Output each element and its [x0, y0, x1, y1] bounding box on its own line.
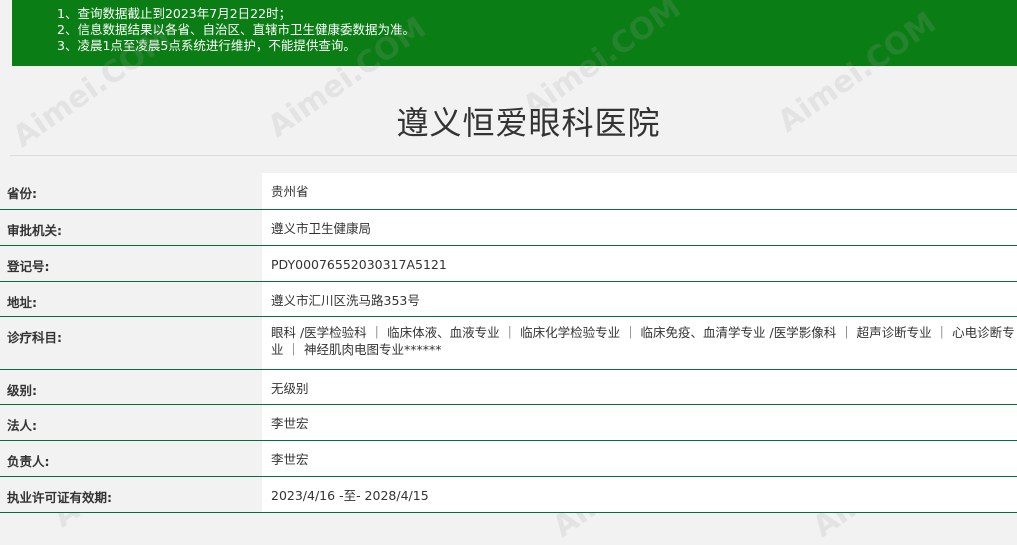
- row-label: 诊疗科目:: [0, 316, 262, 370]
- row-value: PDY00076552030317A5121: [262, 245, 1017, 282]
- row-value: 李世宏: [262, 404, 1017, 441]
- row-label: 级别:: [0, 369, 262, 405]
- row-value: 遵义市卫生健康局: [262, 209, 1017, 246]
- row-label: 执业许可证有效期:: [0, 476, 262, 513]
- row-label: 审批机关:: [0, 209, 262, 246]
- row-label: 省份:: [0, 173, 262, 210]
- row-value: 无级别: [262, 369, 1017, 405]
- hospital-info-table: 省份: 贵州省 审批机关: 遵义市卫生健康局 登记号: PDY000765520…: [0, 173, 1017, 513]
- table-row: 地址: 遵义市汇川区洗马路353号: [0, 281, 1017, 317]
- row-label: 地址:: [0, 281, 262, 317]
- table-row: 负责人: 李世宏: [0, 440, 1017, 477]
- row-value: 贵州省: [262, 173, 1017, 210]
- row-value: 眼科 /医学检验科 ｜ 临床体液、血液专业 ｜ 临床化学检验专业 ｜ 临床免疫、…: [262, 316, 1017, 370]
- page-title: 遵义恒爱眼科医院: [396, 104, 661, 142]
- row-value: 遵义市汇川区洗马路353号: [262, 281, 1017, 317]
- row-label: 登记号:: [0, 245, 262, 282]
- table-row: 诊疗科目: 眼科 /医学检验科 ｜ 临床体液、血液专业 ｜ 临床化学检验专业 ｜…: [0, 316, 1017, 370]
- notice-line: 1、查询数据截止到2023年7月2日22时；: [57, 6, 292, 21]
- table-row: 法人: 李世宏: [0, 404, 1017, 441]
- notice-line: 3、凌晨1点至凌晨5点系统进行维护，不能提供查询。: [57, 38, 356, 53]
- row-label: 法人:: [0, 404, 262, 441]
- table-row: 级别: 无级别: [0, 369, 1017, 405]
- row-label: 负责人:: [0, 440, 262, 477]
- notice-line: 2、信息数据结果以各省、自治区、直辖市卫生健康委数据为准。: [57, 22, 415, 37]
- table-row: 审批机关: 遵义市卫生健康局: [0, 209, 1017, 246]
- row-value: 李世宏: [262, 440, 1017, 477]
- notice-banner: 1、查询数据截止到2023年7月2日22时； 2、信息数据结果以各省、自治区、直…: [12, 0, 1017, 66]
- title-divider: [10, 155, 1017, 156]
- table-row: 省份: 贵州省: [0, 173, 1017, 210]
- table-row: 登记号: PDY00076552030317A5121: [0, 245, 1017, 282]
- row-value: 2023/4/16 -至- 2028/4/15: [262, 476, 1017, 513]
- table-row: 执业许可证有效期: 2023/4/16 -至- 2028/4/15: [0, 476, 1017, 513]
